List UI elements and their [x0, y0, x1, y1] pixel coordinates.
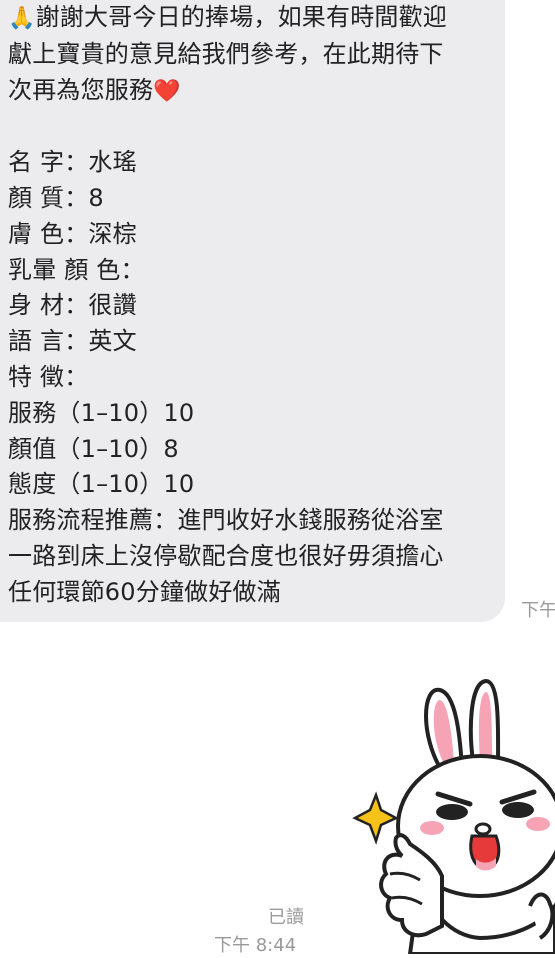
recommendation-line: 服務流程推薦：進門收好水錢服務從浴室 [8, 506, 444, 535]
recommendation-line: 任何環節60分鐘做好做滿 [8, 577, 281, 606]
message-timestamp: 下午 [521, 600, 555, 621]
message-bubble[interactable]: 🙏謝謝大哥今日的捧場，如果有時間歡迎 獻上寶貴的意見給我們參考，在此期待下 次再… [0, 0, 505, 622]
detail-features: 特 徵： [8, 362, 89, 391]
rating-service: 服務（1–10）10 [8, 398, 195, 427]
recommendation-line: 一路到床上沒停歇配合度也很好毋須擔心 [8, 541, 444, 570]
message-line: 🙏謝謝大哥今日的捧場，如果有時間歡迎 [8, 3, 447, 31]
detail-language: 語 言：英文 [8, 327, 137, 356]
detail-color: 乳暈 顏 色： [8, 255, 145, 284]
detail-body: 身 材：很讚 [8, 291, 137, 320]
pray-icon: 🙏 [8, 6, 36, 31]
rating-looks: 顏值（1–10）8 [8, 434, 179, 463]
read-receipt: 已讀 [268, 907, 304, 928]
detail-skin: 膚 色：深棕 [8, 219, 137, 248]
detail-looks: 顏 質：8 [8, 183, 104, 212]
rating-attitude: 態度（1–10）10 [8, 470, 195, 499]
sticker-image [352, 678, 555, 956]
message-line: 獻上寶貴的意見給我們參考，在此期待下 [8, 39, 444, 68]
detail-name: 名 字：水瑤 [8, 148, 137, 177]
heart-icon: ❤️ [153, 78, 181, 104]
message-line: 次再為您服務❤️ [8, 75, 181, 104]
sparkle-icon [352, 791, 399, 845]
message-timestamp: 下午 8:44 [214, 935, 297, 956]
rabbit-thumbs-up-sticker[interactable] [350, 676, 555, 956]
